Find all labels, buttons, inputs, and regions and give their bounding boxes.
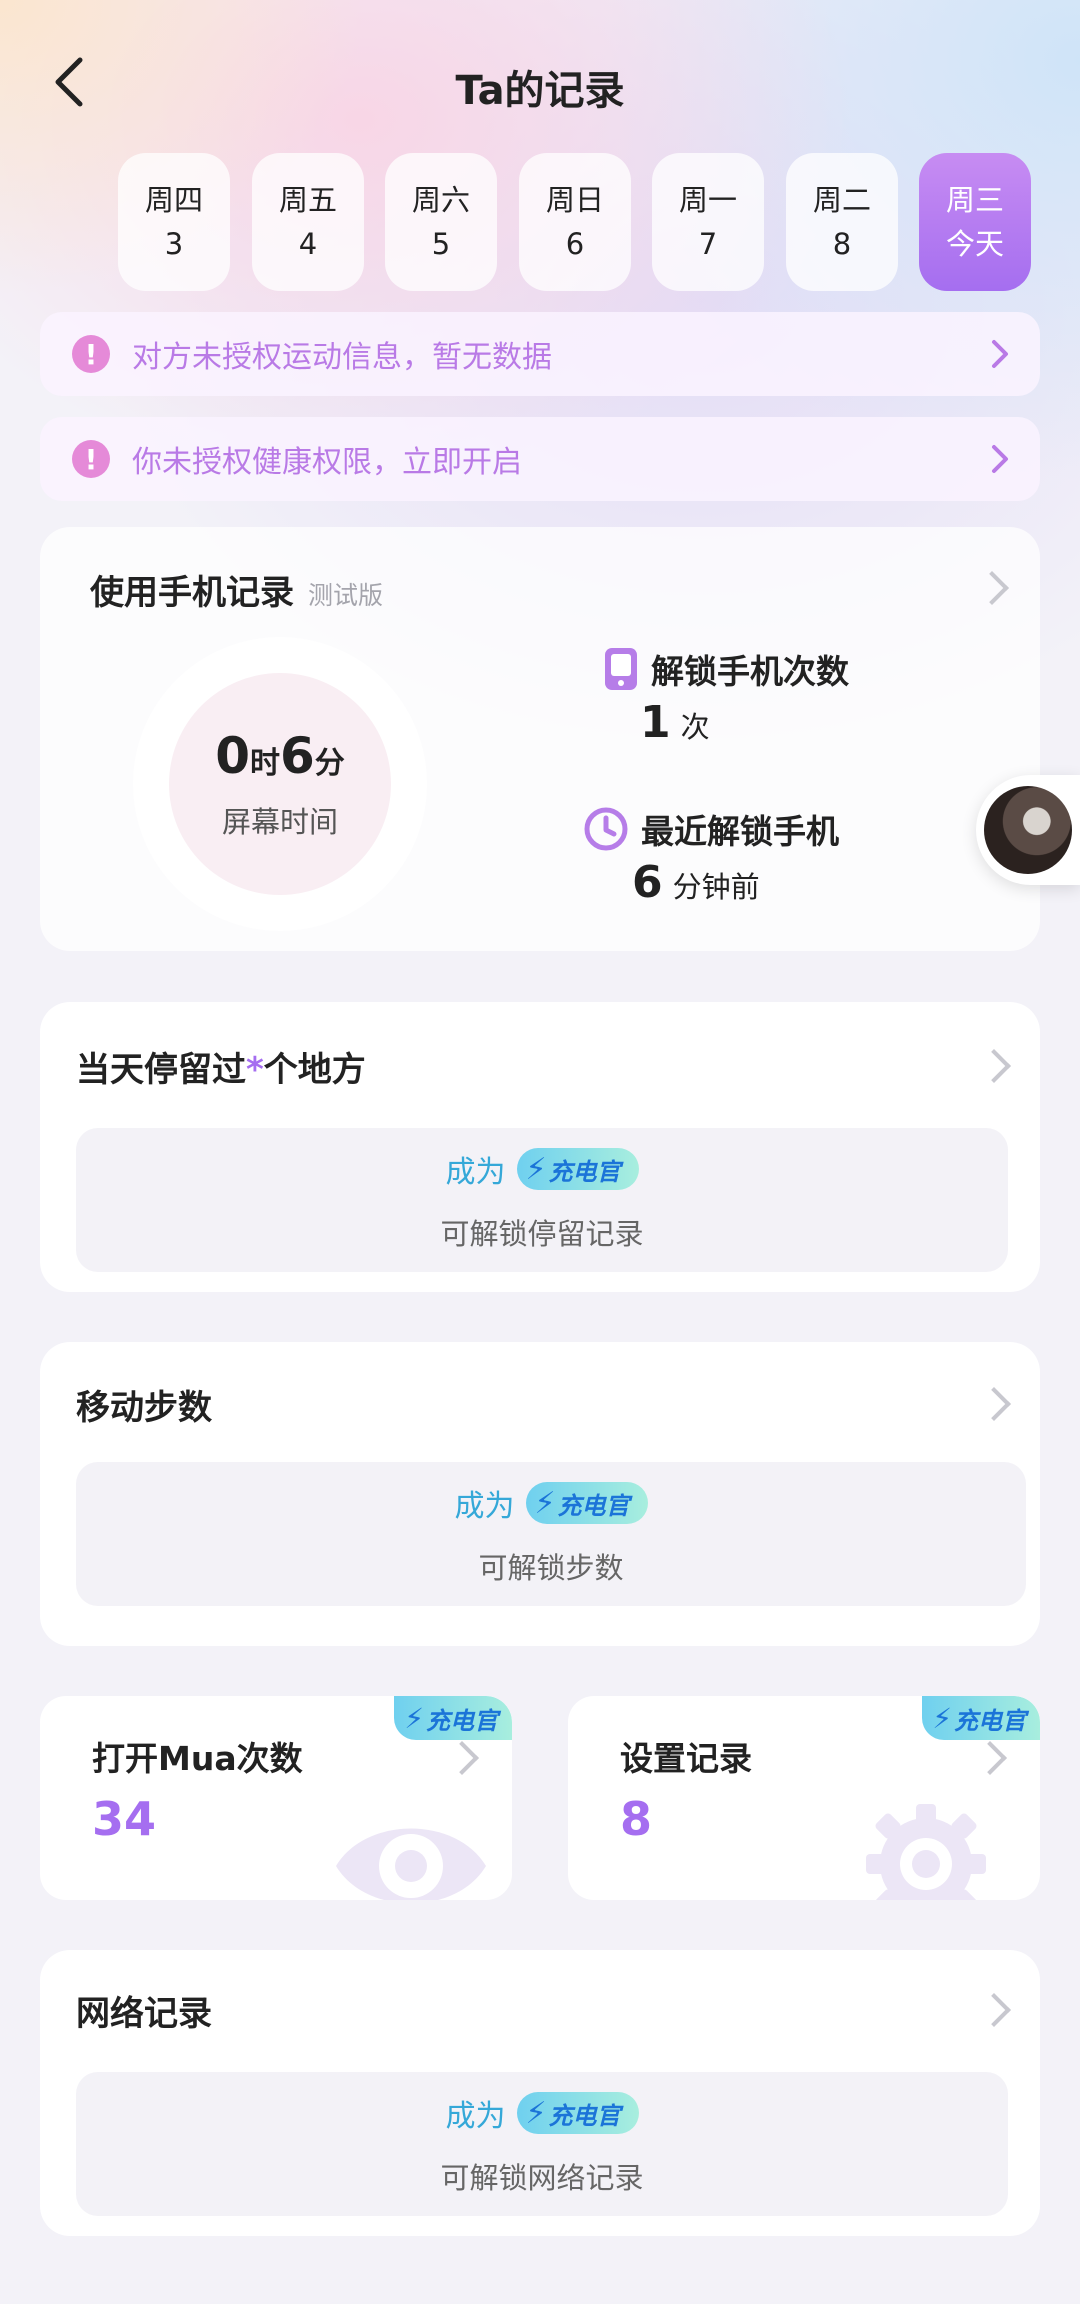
screen-time-value: 0时6分: [215, 727, 345, 785]
phone-icon: [605, 648, 637, 690]
settings-record-card[interactable]: ⚡ 充电官 设置记录 8: [568, 1696, 1040, 1900]
network-locked-desc: 可解锁网络记录: [440, 2161, 644, 2195]
vip-badge: ⚡ 充电官: [922, 1696, 1040, 1740]
places-card[interactable]: 当天停留过*个地方 成为 ⚡ 充电官 可解锁停留记录: [40, 1002, 1040, 1292]
day-tab-date: 3: [164, 227, 184, 261]
vip-badge: ⚡ 充电官: [517, 2092, 639, 2134]
network-locked-box[interactable]: 成为 ⚡ 充电官 可解锁网络记录: [76, 2072, 1008, 2216]
notice-text: 对方未授权运动信息，暂无数据: [132, 340, 552, 375]
day-tab[interactable]: 周三 今天: [919, 153, 1031, 291]
day-tab[interactable]: 周六 5: [385, 153, 497, 291]
unlock-count-value: 1: [640, 697, 671, 748]
chevron-right-icon: [975, 571, 1009, 605]
places-locked-desc: 可解锁停留记录: [440, 1217, 644, 1251]
chevron-right-icon: [992, 340, 1008, 368]
phone-usage-title: 使用手机记录: [90, 573, 294, 613]
places-locked-box[interactable]: 成为 ⚡ 充电官 可解锁停留记录: [76, 1128, 1008, 1272]
mua-opens-value: 34: [92, 1792, 157, 1846]
settings-record-title: 设置记录: [620, 1739, 752, 1778]
floating-avatar[interactable]: [976, 775, 1080, 885]
become-vip-row: 成为 ⚡ 充电官: [454, 1481, 648, 1525]
last-unlock-value: 6: [632, 857, 663, 908]
steps-card[interactable]: 移动步数 成为 ⚡ 充电官 可解锁步数: [40, 1342, 1040, 1646]
chevron-right-icon: [977, 1049, 1011, 1083]
notice-text: 你未授权健康权限，立即开启: [132, 445, 522, 480]
page-title: Ta的记录: [455, 68, 625, 114]
network-card[interactable]: 网络记录 成为 ⚡ 充电官 可解锁网络记录: [40, 1950, 1040, 2236]
day-tab[interactable]: 周四 3: [118, 153, 230, 291]
day-tab[interactable]: 周二 8: [786, 153, 898, 291]
steps-locked-desc: 可解锁步数: [478, 1551, 624, 1585]
notice-sport-unauthorized[interactable]: ! 对方未授权运动信息，暂无数据: [40, 312, 1040, 396]
avatar: [984, 786, 1072, 874]
day-tab-date: 8: [832, 227, 852, 261]
clock-icon: [584, 807, 628, 851]
day-tab[interactable]: 周一 7: [652, 153, 764, 291]
mua-opens-title: 打开Mua次数: [92, 1739, 303, 1778]
day-tab-weekday: 周五: [278, 183, 337, 217]
mua-opens-card[interactable]: ⚡ 充电官 打开Mua次数 34: [40, 1696, 512, 1900]
become-vip-row: 成为 ⚡ 充电官: [445, 2091, 639, 2135]
places-title: 当天停留过*个地方: [76, 1050, 366, 1090]
gear-icon: [866, 1804, 986, 1900]
eye-icon: [336, 1828, 486, 1900]
day-tab-weekday: 周三: [945, 183, 1004, 217]
day-tab-date: 今天: [945, 227, 1004, 261]
warning-icon: !: [72, 335, 110, 373]
lightning-icon: ⚡: [932, 1701, 952, 1735]
vip-badge: ⚡ 充电官: [517, 1148, 639, 1190]
lightning-icon: ⚡: [525, 1151, 547, 1187]
screen-time-label: 屏幕时间: [221, 805, 338, 839]
beta-badge: 测试版: [308, 581, 384, 610]
lightning-icon: ⚡: [525, 2095, 547, 2131]
lightning-icon: ⚡: [534, 1485, 556, 1521]
network-title: 网络记录: [76, 1994, 212, 2034]
chevron-right-icon: [977, 1993, 1011, 2027]
settings-record-value: 8: [620, 1792, 653, 1846]
chevron-right-icon: [992, 445, 1008, 473]
unlock-count-unit: 次: [680, 710, 710, 744]
day-tab[interactable]: 周日 6: [519, 153, 631, 291]
last-unlock-label: 最近解锁手机: [641, 812, 839, 851]
last-unlock-unit: 分钟前: [672, 870, 760, 904]
chevron-right-icon: [445, 1741, 479, 1775]
chevron-right-icon: [977, 1387, 1011, 1421]
day-tab-weekday: 周二: [812, 183, 871, 217]
day-tab-weekday: 周日: [545, 183, 604, 217]
vip-badge: ⚡ 充电官: [526, 1482, 648, 1524]
day-tab-date: 6: [565, 227, 585, 261]
become-vip-row: 成为 ⚡ 充电官: [445, 1147, 639, 1191]
day-tab-weekday: 周四: [144, 183, 203, 217]
vip-badge: ⚡ 充电官: [394, 1696, 512, 1740]
day-tab[interactable]: 周五 4: [252, 153, 364, 291]
day-tab-date: 7: [698, 227, 718, 261]
day-tab-date: 4: [298, 227, 318, 261]
notice-health-permission[interactable]: ! 你未授权健康权限，立即开启: [40, 417, 1040, 501]
day-tab-weekday: 周六: [411, 183, 470, 217]
screen-time-ring: 0时6分 屏幕时间: [133, 637, 427, 931]
unlock-count-label: 解锁手机次数: [651, 652, 849, 691]
day-tab-date: 5: [431, 227, 451, 261]
steps-title: 移动步数: [76, 1388, 212, 1428]
steps-locked-box[interactable]: 成为 ⚡ 充电官 可解锁步数: [76, 1462, 1026, 1606]
day-tab-weekday: 周一: [678, 183, 737, 217]
warning-icon: !: [72, 440, 110, 478]
lightning-icon: ⚡: [404, 1701, 424, 1735]
chevron-right-icon: [973, 1741, 1007, 1775]
